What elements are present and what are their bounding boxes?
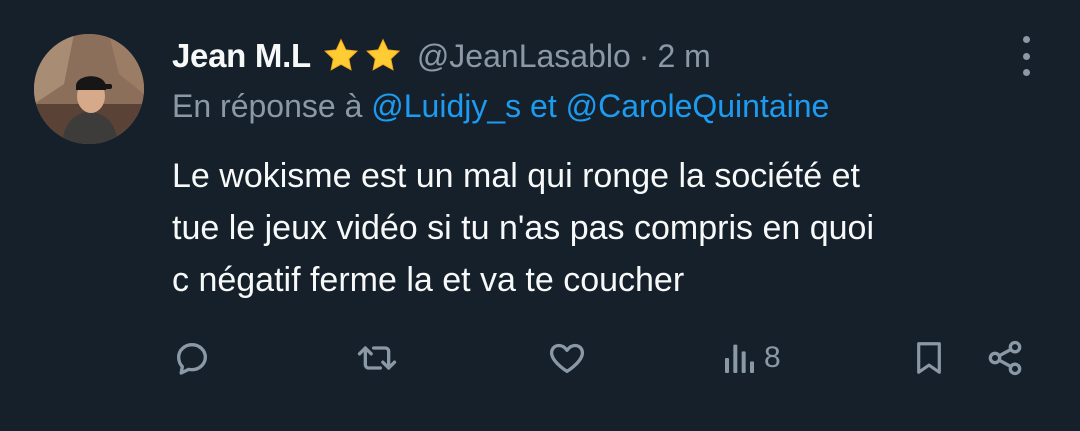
- tweet-header: Jean M.L @JeanLasablo · 2 m: [172, 30, 711, 82]
- bookmark-button[interactable]: [910, 330, 948, 386]
- mention-link-luidjy[interactable]: @Luidjy_s: [371, 88, 521, 124]
- separator-dot: ·: [638, 37, 650, 74]
- share-icon: [988, 340, 1022, 376]
- avatar[interactable]: [34, 34, 144, 144]
- reply-button[interactable]: [172, 330, 212, 386]
- mention-link-carole[interactable]: @CaroleQuintaine: [566, 88, 830, 124]
- star-emoji-icon: [365, 38, 400, 71]
- avatar-photo-icon: [34, 34, 144, 144]
- author-handle[interactable]: @JeanLasablo: [417, 38, 631, 75]
- more-vertical-icon: [1022, 52, 1030, 60]
- reply-prefix: En réponse à: [172, 88, 372, 124]
- badges: [321, 36, 403, 76]
- action-bar: 8: [0, 330, 1080, 390]
- reply-icon: [177, 343, 207, 375]
- retweet-button[interactable]: [355, 330, 399, 386]
- tweet-text: Le wokisme est un mal qui ronge la socié…: [172, 157, 874, 299]
- views-count: 8: [764, 341, 781, 374]
- bookmark-icon: [917, 342, 941, 374]
- share-button[interactable]: [984, 330, 1026, 386]
- timestamp[interactable]: 2 m: [657, 38, 710, 75]
- views-chart-icon: [725, 344, 754, 373]
- reply-context: En réponse à @Luidjy_s et @CaroleQuintai…: [172, 88, 829, 125]
- tweet-card[interactable]: Jean M.L @JeanLasablo · 2 m En réponse à…: [0, 0, 1080, 431]
- more-options-button[interactable]: [1014, 36, 1038, 76]
- reply-connector[interactable]: et: [521, 88, 565, 124]
- views-button[interactable]: 8: [722, 330, 781, 386]
- more-vertical-icon: [1022, 69, 1030, 76]
- retweet-icon: [357, 346, 397, 370]
- like-button[interactable]: [546, 330, 588, 386]
- heart-icon: [549, 343, 585, 373]
- star-emoji-icon: [323, 38, 358, 71]
- author-name[interactable]: Jean M.L: [172, 37, 311, 75]
- more-vertical-icon: [1022, 36, 1030, 43]
